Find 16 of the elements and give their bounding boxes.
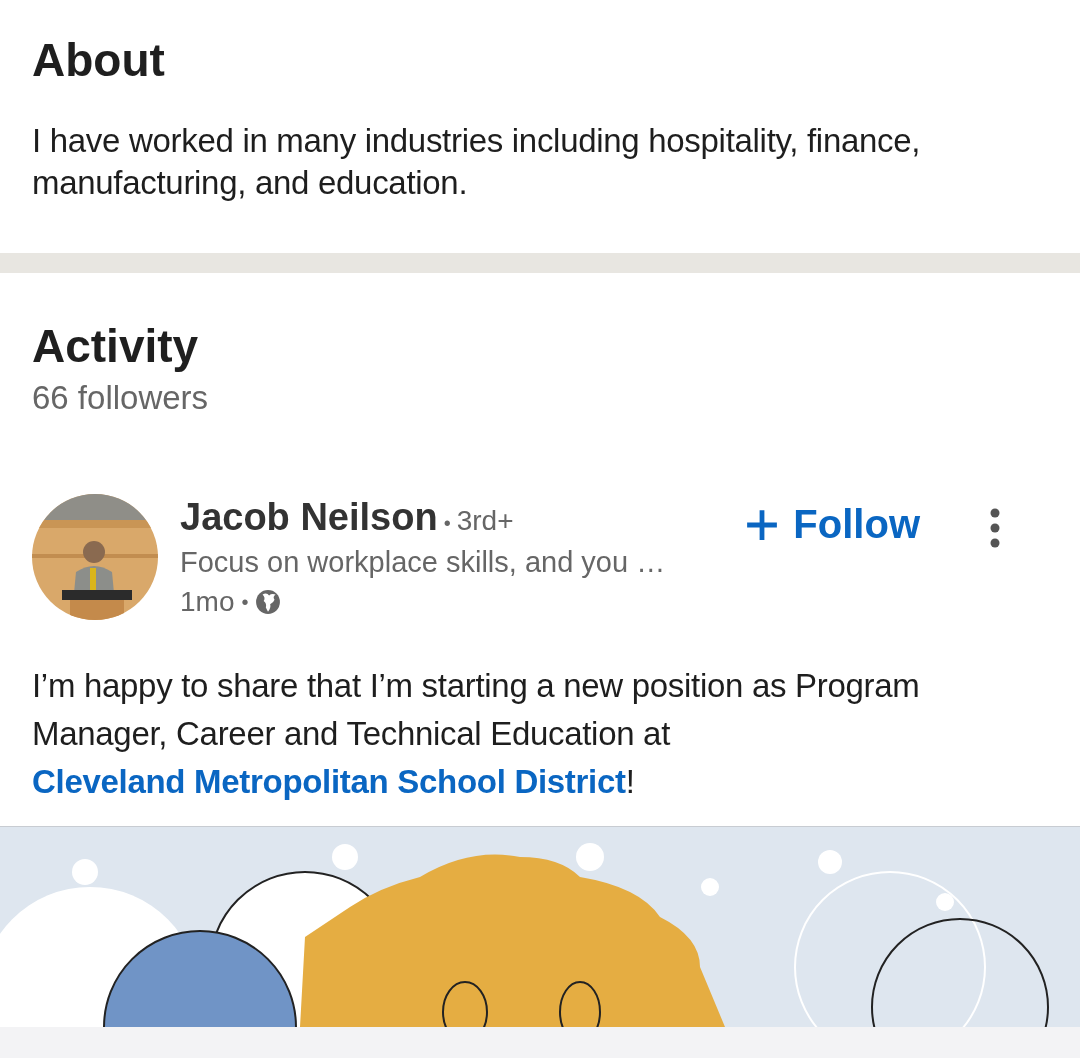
author-name[interactable]: Jacob Neilson — [180, 494, 438, 540]
globe-icon — [255, 589, 282, 615]
separator-dot: • — [443, 512, 451, 535]
separator-dot: • — [241, 590, 249, 615]
section-heading: About — [32, 33, 166, 88]
author-headline: Focus on workplace skills, and you … — [180, 545, 667, 580]
follow-button[interactable]: Follow — [745, 502, 920, 547]
about-text: I have worked in many industries including hospitality, finance, manufacturing, and education. — [32, 121, 922, 203]
plus-icon — [745, 507, 780, 542]
follower-count: 66 followers — [32, 378, 210, 418]
post-text: I’m happy to share that I’m starting a new position as Program Manager, Career and Technical Education at Cleveland Metropolitan School District! — [32, 666, 921, 802]
more-icon[interactable] — [990, 508, 1000, 548]
post-time: 1mo — [180, 585, 235, 619]
connection-degree: 3rd+ — [456, 505, 514, 537]
section-heading: Activity — [32, 319, 200, 374]
organization-link[interactable]: Cleveland Metropolitan School District — [32, 763, 626, 800]
